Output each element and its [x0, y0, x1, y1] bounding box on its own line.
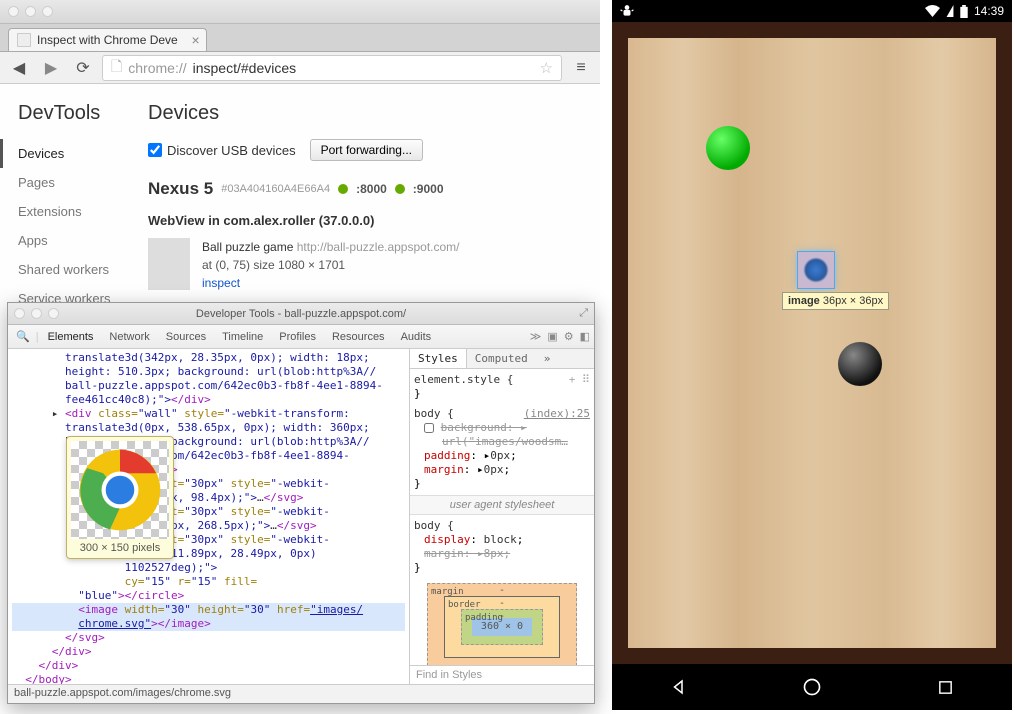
signal-icon	[946, 5, 954, 17]
bookmark-star-icon[interactable]: ☆	[540, 59, 553, 77]
sidebar-item-apps[interactable]: Apps	[0, 226, 130, 255]
styles-body[interactable]: element.style { + ⠿ } body {(index):25 b…	[410, 369, 594, 665]
resize-icon[interactable]: ⤢	[579, 307, 588, 320]
devtools-title: Developer Tools - ball-puzzle.appspot.co…	[196, 308, 406, 320]
styles-more-icon[interactable]: »	[536, 349, 559, 368]
console-toggle-icon[interactable]: ≫	[530, 330, 542, 343]
browser-tab[interactable]: Inspect with Chrome Deve ×	[8, 28, 207, 51]
page-icon: 🗋	[111, 56, 122, 80]
wood-background: image 36px × 36px	[628, 38, 996, 648]
tab-resources[interactable]: Resources	[325, 327, 392, 347]
drawer-icon[interactable]: ▣	[547, 330, 557, 343]
tooltip-dimensions: 300 × 150 pixels	[71, 539, 169, 554]
device-hash: #03A404160A4E66A4	[221, 183, 330, 195]
styles-tab[interactable]: Styles	[410, 349, 467, 368]
tab-close-icon[interactable]: ×	[192, 32, 200, 48]
zoom-dot[interactable]	[48, 308, 59, 319]
find-in-styles[interactable]: Find in Styles	[410, 665, 594, 684]
sidebar-item-shared-workers[interactable]: Shared workers	[0, 255, 130, 284]
battery-icon	[960, 5, 968, 18]
game-viewport[interactable]: image 36px × 36px	[612, 22, 1012, 664]
clock: 14:39	[974, 4, 1004, 18]
styles-panel: Styles Computed » element.style { + ⠿ } …	[409, 349, 594, 684]
traffic-lights	[8, 6, 53, 17]
webview-line: WebView in com.alex.roller (37.0.0.0)	[148, 213, 588, 228]
window-titlebar	[0, 0, 600, 24]
reload-button[interactable]: ⟳	[70, 55, 96, 81]
discover-usb-checkbox[interactable]: Discover USB devices	[148, 143, 296, 158]
omnibox[interactable]: 🗋 chrome:// inspect/#devices ☆	[102, 55, 562, 81]
page-title: Devices	[148, 102, 588, 125]
devtools-toolbar: 🔍 | Elements Network Sources Timeline Pr…	[8, 325, 594, 349]
discover-usb-input[interactable]	[148, 143, 162, 157]
tab-sources[interactable]: Sources	[159, 327, 213, 347]
home-icon[interactable]	[800, 675, 824, 699]
device-name: Nexus 5	[148, 179, 213, 199]
port-status-dot	[395, 184, 405, 194]
recents-icon[interactable]	[933, 675, 957, 699]
tab-timeline[interactable]: Timeline	[215, 327, 270, 347]
dock-icon[interactable]: ◧	[580, 330, 590, 343]
android-navbar	[612, 664, 1012, 710]
target-info: Ball puzzle game http://ball-puzzle.apps…	[202, 238, 460, 292]
chrome-logo-preview	[71, 441, 169, 539]
zoom-dot[interactable]	[42, 6, 53, 17]
forward-button[interactable]: ▶	[38, 55, 64, 81]
green-ball[interactable]	[706, 126, 750, 170]
inspect-target: Ball puzzle game http://ball-puzzle.apps…	[148, 238, 588, 292]
sidebar-item-pages[interactable]: Pages	[0, 168, 130, 197]
target-url: http://ball-puzzle.appspot.com/	[297, 240, 460, 254]
android-debug-icon	[620, 4, 634, 18]
target-thumbnail	[148, 238, 190, 290]
selected-image-highlight[interactable]	[798, 252, 834, 288]
tooltip-dims: 36px × 36px	[823, 295, 883, 307]
discover-usb-label: Discover USB devices	[167, 143, 296, 158]
devtools-statusbar: ball-puzzle.appspot.com/images/chrome.sv…	[8, 684, 594, 703]
close-dot[interactable]	[8, 6, 19, 17]
android-statusbar: 14:39	[612, 0, 1012, 22]
target-position: at (0, 75) size 1080 × 1701	[202, 258, 345, 272]
android-device: 14:39 image 36px × 36px	[612, 0, 1012, 710]
port-forwarding-button[interactable]: Port forwarding...	[310, 139, 423, 161]
device-heading: Nexus 5 #03A404160A4E66A4 :8000 :9000	[148, 179, 588, 199]
sidebar-title: DevTools	[18, 102, 130, 125]
box-model: margin- border- padding- 360 × 0	[427, 583, 577, 665]
close-dot[interactable]	[14, 308, 25, 319]
tab-profiles[interactable]: Profiles	[272, 327, 323, 347]
sidebar-item-extensions[interactable]: Extensions	[0, 197, 130, 226]
target-title: Ball puzzle game	[202, 240, 293, 254]
tab-audits[interactable]: Audits	[394, 327, 439, 347]
address-bar: ◀ ▶ ⟳ 🗋 chrome:// inspect/#devices ☆ ≡	[0, 52, 600, 84]
port-status-dot	[338, 184, 348, 194]
sidebar-item-devices[interactable]: Devices	[0, 139, 130, 168]
back-button[interactable]: ◀	[6, 55, 32, 81]
url-scheme: chrome://	[128, 60, 186, 76]
styles-tabs: Styles Computed »	[410, 349, 594, 369]
black-ball[interactable]	[838, 342, 882, 386]
minimize-dot[interactable]	[25, 6, 36, 17]
tooltip-tag: image	[788, 295, 820, 307]
port-8000: :8000	[356, 182, 387, 196]
search-icon[interactable]: 🔍	[12, 330, 34, 343]
tab-favicon	[17, 33, 31, 47]
inspect-link[interactable]: inspect	[202, 276, 240, 290]
tab-strip: Inspect with Chrome Deve ×	[0, 24, 600, 52]
tab-elements[interactable]: Elements	[41, 327, 101, 347]
back-icon[interactable]	[667, 675, 691, 699]
element-tooltip: image 36px × 36px	[782, 292, 889, 310]
minimize-dot[interactable]	[31, 308, 42, 319]
discover-row: Discover USB devices Port forwarding...	[148, 139, 588, 161]
computed-tab[interactable]: Computed	[467, 349, 536, 368]
menu-icon[interactable]: ≡	[568, 55, 594, 81]
tab-network[interactable]: Network	[102, 327, 156, 347]
wifi-icon	[925, 5, 940, 17]
image-preview-tooltip: 300 × 150 pixels	[66, 436, 174, 559]
chrome-logo-icon	[78, 448, 162, 532]
settings-gear-icon[interactable]: ⚙	[564, 330, 574, 343]
tab-title: Inspect with Chrome Deve	[37, 33, 178, 47]
port-9000: :9000	[413, 182, 444, 196]
ua-stylesheet-label: user agent stylesheet	[410, 495, 594, 515]
devtools-titlebar: Developer Tools - ball-puzzle.appspot.co…	[8, 303, 594, 325]
url-path: inspect/#devices	[193, 60, 297, 76]
